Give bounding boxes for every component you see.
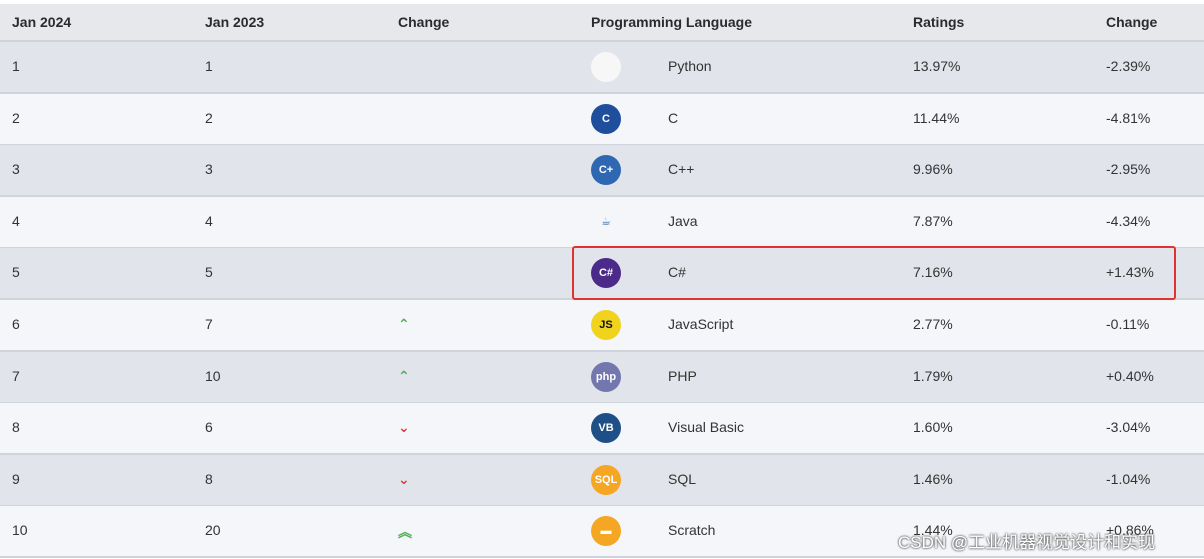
rank-2024: 10 (12, 522, 28, 539)
rating-change: -1.04% (1106, 470, 1151, 487)
trend-double-up-icon: ︽ (398, 524, 412, 541)
rating-value: 7.16% (913, 264, 953, 281)
trend-up-icon: ⌃ (398, 316, 410, 332)
table-row[interactable]: 5 5 C# C# 7.16% +1.43% (0, 248, 1204, 301)
language-name[interactable]: JavaScript (668, 316, 733, 332)
language-name[interactable]: C (668, 110, 678, 126)
language-name[interactable]: Java (668, 213, 698, 229)
trend-down-icon: ⌄ (398, 419, 410, 436)
table-row[interactable]: 6 7 ⌃ JS JavaScript 2.77% -0.11% (0, 300, 1204, 352)
rank-2024: 9 (12, 470, 20, 487)
rating-change: -4.34% (1106, 212, 1151, 229)
language-name[interactable]: C++ (668, 161, 694, 177)
rank-2023: 6 (205, 419, 213, 436)
table-row[interactable]: 2 2 C C 11.44% -4.81% (0, 93, 1204, 146)
header-ratings[interactable]: Ratings (913, 14, 964, 30)
language-name[interactable]: Python (668, 58, 712, 74)
rank-2024: 3 (12, 161, 20, 178)
table-row[interactable]: 9 8 ⌄ SQL SQL 1.46% -1.04% (0, 454, 1204, 507)
rating-value: 13.97% (913, 58, 961, 74)
php-icon: php (591, 361, 621, 392)
rating-value: 1.79% (913, 367, 953, 384)
rank-2023: 7 (205, 316, 213, 332)
rank-2023: 2 (205, 109, 213, 126)
rank-2023: 4 (205, 212, 213, 229)
rating-value: 7.87% (913, 212, 953, 229)
trend-up-icon: ⌃ (398, 367, 410, 384)
rank-2023: 1 (205, 58, 213, 74)
header-jan-2023[interactable]: Jan 2023 (205, 14, 264, 30)
javascript-icon: JS (591, 310, 621, 340)
rating-value: 2.77% (913, 316, 953, 332)
rank-2024: 2 (12, 109, 20, 126)
language-name[interactable]: Scratch (668, 522, 715, 538)
trend-down-icon: ⌄ (398, 470, 410, 487)
table-row[interactable]: 4 4 ☕ Java 7.87% -4.34% (0, 196, 1204, 249)
header-ratings-change[interactable]: Change (1106, 14, 1157, 30)
table-header-row: Jan 2024 Jan 2023 Change Programming Lan… (0, 4, 1204, 42)
header-jan-2024[interactable]: Jan 2024 (12, 14, 71, 30)
rank-2023: 3 (205, 161, 213, 178)
language-name[interactable]: C# (668, 264, 686, 280)
csharp-icon: C# (591, 258, 621, 289)
language-name[interactable]: Visual Basic (668, 419, 744, 435)
rating-value: 1.46% (913, 470, 953, 487)
header-programming-language[interactable]: Programming Language (591, 14, 752, 30)
cpp-icon: C+ (591, 155, 621, 186)
rank-2023: 5 (205, 264, 213, 281)
sql-icon: SQL (591, 464, 621, 495)
tiobe-ranking-table: Jan 2024 Jan 2023 Change Programming Lan… (0, 0, 1204, 559)
table-row[interactable]: 3 3 C+ C++ 9.96% -2.95% (0, 145, 1204, 198)
python-icon (591, 52, 621, 82)
language-name[interactable]: PHP (668, 368, 697, 384)
rank-2024: 6 (12, 316, 20, 332)
rank-2024: 7 (12, 367, 20, 384)
rank-2024: 8 (12, 419, 20, 436)
rating-change: +1.43% (1106, 264, 1154, 281)
rating-change: -0.11% (1106, 316, 1150, 332)
scratch-icon: ▬ (591, 516, 621, 547)
rating-change: -2.39% (1106, 58, 1151, 74)
rank-2023: 8 (205, 470, 213, 487)
header-change[interactable]: Change (398, 14, 449, 30)
rating-value: 9.96% (913, 161, 953, 178)
watermark: CSDN @工业机器视觉设计和实现 (898, 533, 1156, 552)
rank-2023: 20 (205, 522, 221, 539)
rating-change: -2.95% (1106, 161, 1151, 178)
rank-2024: 5 (12, 264, 20, 281)
rank-2024: 1 (12, 58, 20, 74)
visual-basic-icon: VB (591, 413, 621, 444)
rating-value: 1.60% (913, 419, 953, 436)
rating-value: 11.44% (913, 109, 960, 126)
rating-change: +0.40% (1106, 367, 1154, 384)
table-row[interactable]: 8 6 ⌄ VB Visual Basic 1.60% -3.04% (0, 403, 1204, 456)
table-row[interactable]: 7 10 ⌃ php PHP 1.79% +0.40% (0, 351, 1204, 404)
language-name[interactable]: SQL (668, 471, 696, 487)
rank-2024: 4 (12, 212, 20, 229)
rating-change: -3.04% (1106, 419, 1151, 436)
rating-change: -4.81% (1106, 109, 1151, 126)
rank-2023: 10 (205, 367, 221, 384)
c-icon: C (591, 103, 621, 134)
table-row[interactable]: 1 1 Python 13.97% -2.39% (0, 42, 1204, 94)
java-icon: ☕ (591, 206, 621, 237)
